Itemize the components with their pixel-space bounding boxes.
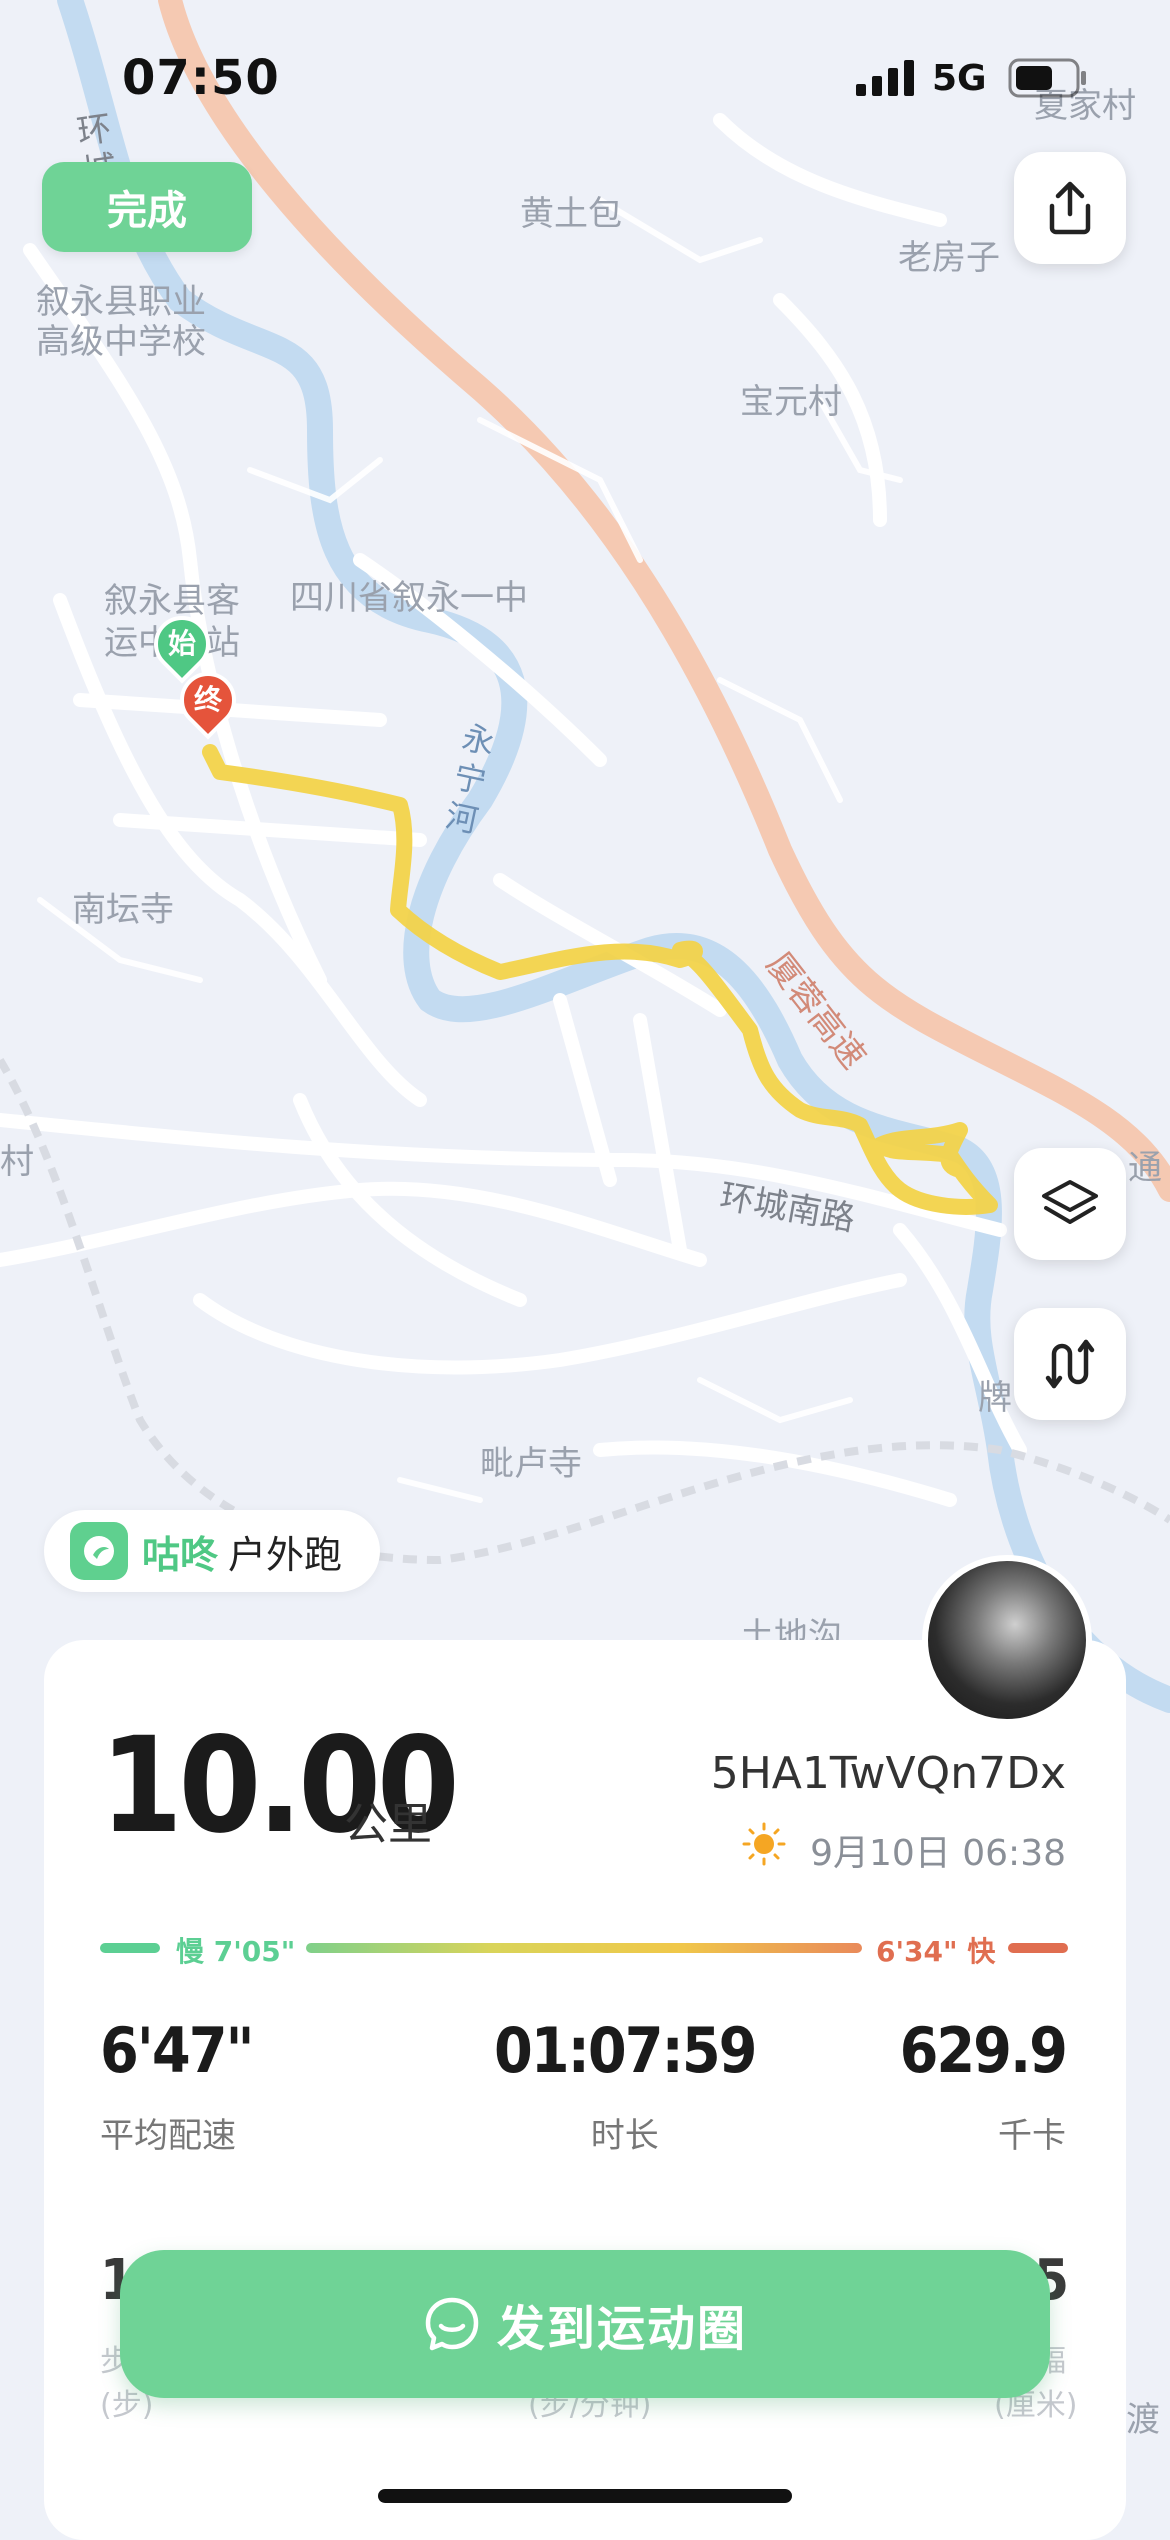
start-marker-label: 始 <box>167 627 196 660</box>
stat-value: 629.9 <box>899 2014 1068 2087</box>
activity-datetime: 9月10日 06:38 <box>810 1833 1066 1874</box>
map-label-tong: 通 <box>1128 1148 1162 1188</box>
home-indicator[interactable] <box>378 2489 792 2503</box>
done-button[interactable]: 完成 <box>42 162 252 252</box>
stat-label: 千卡 <box>998 2116 1066 2156</box>
post-to-feed-label: 发到运动圈 <box>496 2301 747 2357</box>
distance-unit: 公里 <box>344 1799 432 1850</box>
user-id: 5HA1TwVQn7Dx <box>710 1748 1066 1799</box>
stat-label: 平均配速 <box>100 2116 236 2156</box>
map-label-laofangzi: 老房子 <box>898 238 1000 278</box>
map-label-baoyuancun: 宝元村 <box>740 382 842 422</box>
post-to-feed-button[interactable]: 发到运动圈 <box>120 2250 1050 2398</box>
stat-duration: 01:07:59 时长 <box>494 2014 757 2157</box>
pace-slow-label: 慢 7'05" <box>176 1935 296 1968</box>
avatar[interactable] <box>922 1555 1092 1725</box>
pace-fast-segment <box>1008 1943 1068 1953</box>
map-label-pai: 牌 <box>978 1378 1012 1418</box>
activity-type: 户外跑 <box>228 1532 343 1577</box>
pace-fast-label: 6'34" 快 <box>876 1935 996 1968</box>
chat-bubble-icon <box>425 2297 479 2351</box>
network-type: 5G <box>932 58 987 99</box>
map-label-vocational-school: 叙永县职业 高级中学校 <box>36 282 206 362</box>
layers-icon <box>1042 1180 1098 1224</box>
brand-name: 咕咚 <box>142 1532 219 1577</box>
map-label-pilusi: 毗卢寺 <box>480 1444 582 1484</box>
route-icon <box>1045 1339 1095 1389</box>
stat-value: 01:07:59 <box>494 2014 757 2087</box>
brand-tag: 咕咚 户外跑 <box>44 1510 380 1592</box>
pace-gradient-segment <box>306 1943 862 1953</box>
map-label-nantansi: 南坛寺 <box>72 890 174 930</box>
stat-value: 6'47" <box>100 2014 255 2087</box>
signal-icon <box>856 60 914 96</box>
stat-calories: 629.9 千卡 <box>899 2014 1068 2157</box>
end-marker-label: 终 <box>193 683 222 716</box>
status-bar: 07:50 5G <box>0 0 1170 150</box>
stat-avg-pace: 6'47" 平均配速 <box>100 2014 255 2157</box>
pace-slow-segment <box>100 1943 160 1953</box>
map-label-no1-middle-school: 四川省叙永一中 <box>290 578 528 618</box>
codoon-logo-icon <box>70 1522 128 1580</box>
share-button[interactable] <box>1014 152 1126 264</box>
status-time: 07:50 <box>122 50 280 106</box>
share-icon <box>1049 181 1091 235</box>
battery-icon <box>1008 58 1086 98</box>
map-label-du: 渡 <box>1126 2400 1160 2440</box>
pace-range-bar: 慢 7'05" 6'34" 快 <box>100 1930 1070 1968</box>
map-label-cun: 村 <box>0 1142 34 1182</box>
map-label-huangtubao: 黄土包 <box>520 194 622 234</box>
map-layers-button[interactable] <box>1014 1148 1126 1260</box>
stat-label: 时长 <box>590 2116 659 2156</box>
route-playback-button[interactable] <box>1014 1308 1126 1420</box>
sun-icon <box>742 1822 786 1866</box>
